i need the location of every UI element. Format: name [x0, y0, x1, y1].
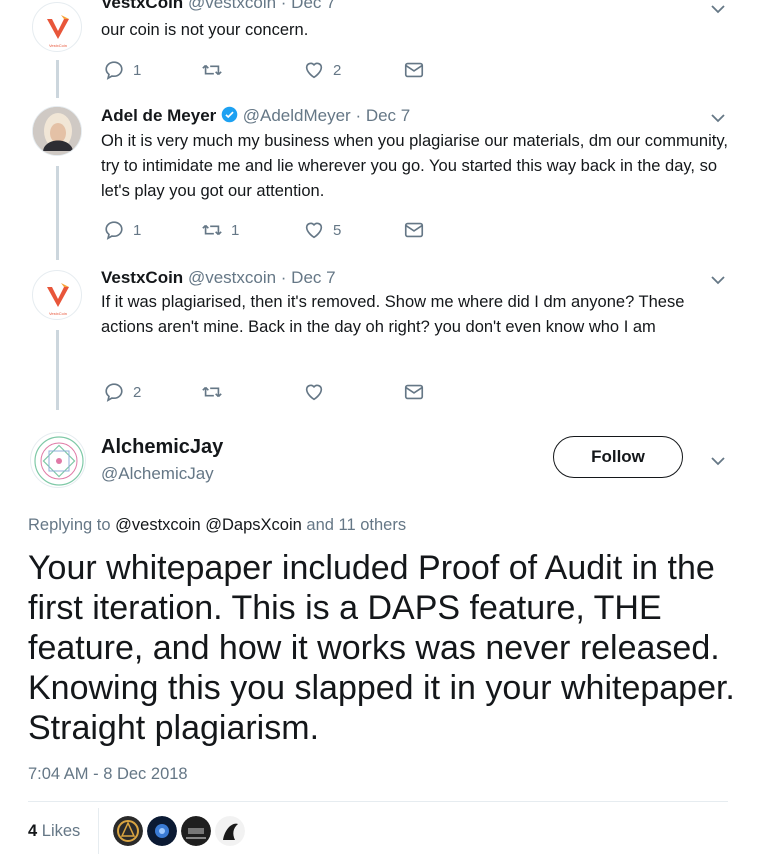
tweet-date[interactable]: · Dec 7 [281, 268, 336, 287]
author-handle[interactable]: @vestxcoin [188, 0, 276, 12]
author-name[interactable]: AlchemicJay [101, 436, 223, 458]
author-name[interactable]: Adel de Meyer [101, 106, 216, 125]
liker-avatar-3[interactable] [181, 816, 211, 846]
dm-button[interactable] [403, 59, 425, 81]
svg-text:VestxCoin: VestxCoin [49, 43, 67, 48]
heart-icon [305, 222, 323, 239]
tweet-text: Oh it is very much my business when you … [101, 132, 728, 200]
reply-button[interactable]: 2 [103, 381, 141, 403]
main-tweet-text: Your whitepaper included Proof of Audit … [28, 549, 735, 747]
reply-button[interactable]: 1 [103, 219, 141, 241]
tweet-date[interactable]: · Dec 7 [281, 0, 336, 12]
retweet-button[interactable] [201, 381, 231, 403]
reply-count: 1 [133, 221, 142, 239]
reply-icon [105, 61, 123, 80]
geometric-logo-icon [34, 436, 84, 486]
tweet-text: our coin is not your concern. [101, 21, 309, 39]
chevron-down-icon[interactable] [709, 452, 727, 470]
retweet-icon [202, 386, 222, 398]
author-handle[interactable]: @AlchemicJay [101, 464, 214, 483]
reply-count: 2 [133, 383, 142, 401]
replying-others-link[interactable]: and 11 others [306, 516, 406, 534]
liker-avatar-2[interactable] [147, 816, 177, 846]
chevron-down-icon[interactable] [709, 109, 727, 127]
tweet-actions: 1 2 [103, 59, 443, 81]
envelope-icon [404, 384, 424, 400]
like-count: 2 [333, 61, 342, 79]
retweet-icon [202, 224, 222, 236]
retweet-button[interactable]: 1 [201, 219, 239, 241]
retweet-count: 1 [231, 221, 240, 239]
replying-to: Replying to @vestxcoin @DapsXcoin and 11… [28, 516, 406, 535]
vestxcoin-logo-icon: VestxCoin [47, 283, 69, 316]
alchemicjay-avatar[interactable] [30, 432, 86, 488]
tweet-timestamp[interactable]: 7:04 AM - 8 Dec 2018 [28, 765, 188, 784]
envelope-icon [404, 222, 424, 238]
thread-line [56, 330, 59, 410]
reply-button[interactable]: 1 [103, 59, 141, 81]
replying-prefix: Replying to [28, 516, 111, 534]
chevron-down-icon[interactable] [709, 0, 727, 18]
dm-button[interactable] [403, 381, 425, 403]
likes-count: 4 [28, 822, 38, 840]
tweet-text: If it was plagiarised, then it's removed… [101, 293, 685, 336]
reply-icon [105, 221, 123, 240]
tweet-actions: 2 [103, 381, 443, 403]
chevron-down-icon[interactable] [709, 271, 727, 289]
adel-avatar[interactable] [32, 106, 82, 156]
replying-users-link[interactable]: @vestxcoin @DapsXcoin [115, 516, 302, 534]
like-count: 5 [333, 221, 342, 239]
reply-icon [105, 383, 123, 402]
vestxcoin-avatar[interactable]: VestxCoin [32, 2, 82, 52]
vestxcoin-logo-icon: VestxCoin [47, 15, 69, 48]
reply-count: 1 [133, 61, 142, 79]
divider [98, 808, 99, 854]
like-button[interactable]: 2 [303, 59, 341, 81]
verified-badge-icon [221, 106, 238, 123]
author-name[interactable]: VestxCoin [101, 0, 183, 12]
likes-label: Likes [41, 822, 81, 840]
divider [28, 801, 728, 802]
thread-line [56, 60, 59, 98]
like-button[interactable]: 5 [303, 219, 341, 241]
retweet-button[interactable] [201, 59, 231, 81]
tweet-date[interactable]: · Dec 7 [355, 106, 410, 125]
heart-icon [305, 384, 323, 401]
svg-text:VestxCoin: VestxCoin [49, 311, 67, 316]
thread-line [56, 166, 59, 260]
author-handle[interactable]: @AdeldMeyer [243, 106, 351, 125]
liker-avatar-4[interactable] [215, 816, 245, 846]
dm-button[interactable] [403, 219, 425, 241]
heart-icon [305, 62, 323, 79]
author-name[interactable]: VestxCoin [101, 268, 183, 287]
follow-button[interactable]: Follow [553, 436, 683, 478]
like-button[interactable] [303, 381, 333, 403]
author-handle[interactable]: @vestxcoin [188, 268, 276, 287]
liker-avatar-1[interactable] [113, 816, 143, 846]
envelope-icon [404, 62, 424, 78]
tweet-actions: 1 1 5 [103, 219, 443, 241]
retweet-icon [202, 64, 222, 76]
profile-photo [33, 107, 81, 155]
vestxcoin-avatar[interactable]: VestxCoin [32, 270, 82, 320]
likes-stat[interactable]: 4 Likes [28, 822, 80, 841]
